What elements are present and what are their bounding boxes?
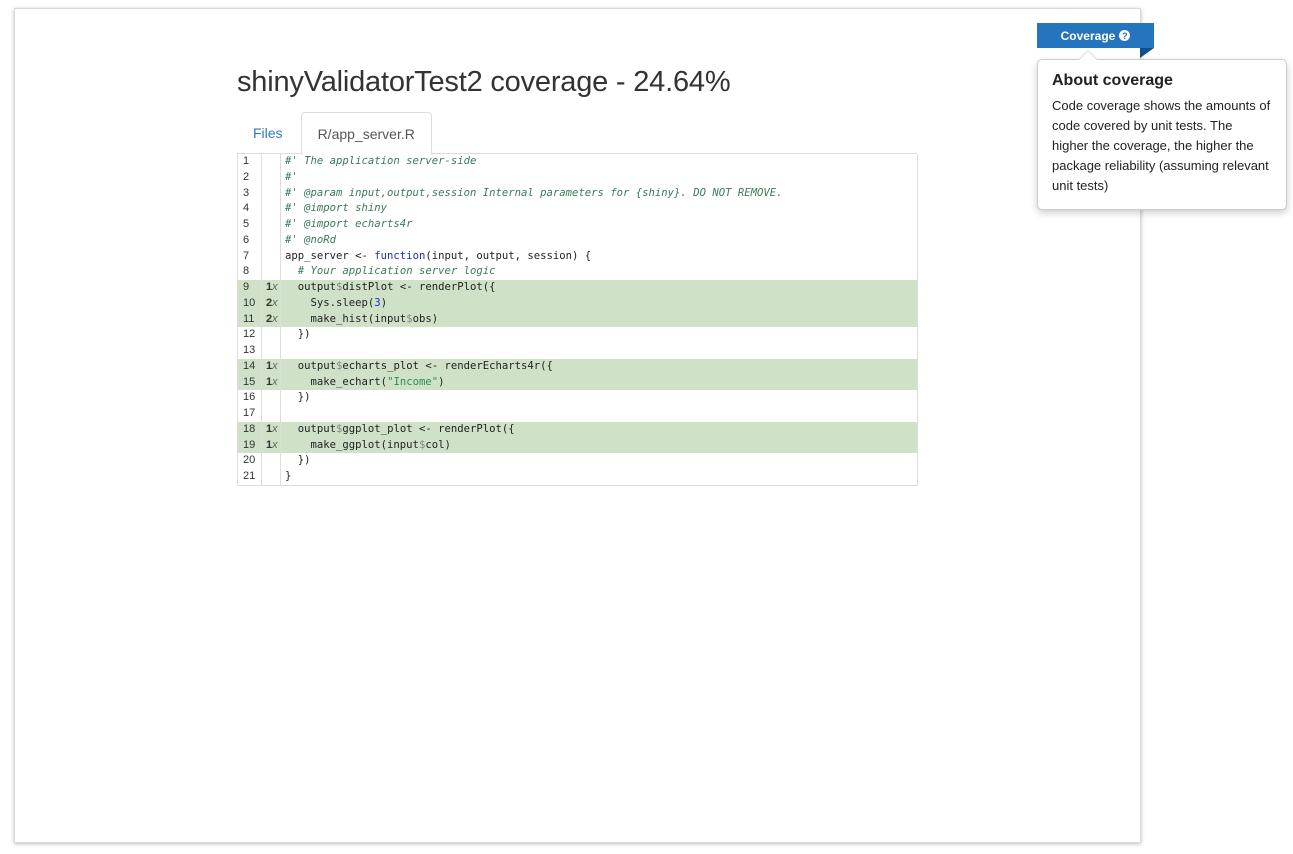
hit-count xyxy=(262,248,281,265)
line-number: 13 xyxy=(238,343,262,359)
tab-bar: Files R/app_server.R xyxy=(237,112,917,155)
hit-count: 1x xyxy=(262,374,281,391)
code-text: output$distPlot <- renderPlot({ xyxy=(285,281,496,293)
hit-count xyxy=(262,169,281,186)
code-line: 10 2x Sys.sleep(3) xyxy=(238,295,917,312)
line-number: 21 xyxy=(238,469,262,485)
line-number: 2 xyxy=(238,169,262,186)
code-line: 2 #' xyxy=(238,169,917,186)
code-text: make_hist(input$obs) xyxy=(285,312,439,325)
line-number: 1 xyxy=(238,154,262,170)
line-number: 9 xyxy=(238,280,262,296)
code-text: #' @import shiny xyxy=(285,202,388,215)
hit-count: 2x xyxy=(262,295,281,312)
line-number: 7 xyxy=(238,248,262,265)
code-line: 17 xyxy=(238,406,917,422)
line-number: 14 xyxy=(238,358,262,375)
tab-files[interactable]: Files xyxy=(237,112,299,154)
code-text: #' The application server-side xyxy=(285,155,477,167)
line-number: 11 xyxy=(238,311,262,328)
code-line: 14 1x output$echarts_plot <- renderEchart… xyxy=(238,358,917,375)
line-number: 10 xyxy=(238,295,262,312)
hit-count xyxy=(262,327,281,343)
code-line: 4 #' @import shiny xyxy=(238,201,917,217)
code-text: make_ggplot(input$col) xyxy=(285,438,451,451)
hit-count xyxy=(262,154,281,170)
line-number: 3 xyxy=(238,185,262,202)
hit-count: 2x xyxy=(262,311,281,328)
code-line: 15 1x make_echart("Income") xyxy=(238,374,917,391)
coverage-button-label: Coverage xyxy=(1060,28,1116,43)
code-line: 20 }) xyxy=(238,453,917,469)
code-line: 3 #' @param input,output,session Internal… xyxy=(238,185,917,202)
code-line: 11 2x make_hist(input$obs) xyxy=(238,311,917,328)
hit-count: 1x xyxy=(262,280,281,296)
code-text: make_echart("Income") xyxy=(285,375,445,388)
code-text: Sys.sleep(3) xyxy=(285,296,388,309)
line-number: 17 xyxy=(238,406,262,422)
code-text: } xyxy=(285,470,292,482)
code-line: 5 #' @import echarts4r xyxy=(238,217,917,233)
hit-count xyxy=(262,406,281,422)
code-line: 1 #' The application server-side xyxy=(238,154,917,170)
line-number: 19 xyxy=(238,437,262,454)
code-text: output$ggplot_plot <- renderPlot({ xyxy=(285,422,515,435)
popover-body: Code coverage shows the amounts of code … xyxy=(1052,98,1271,193)
line-number: 4 xyxy=(238,201,262,217)
code-text: output$echarts_plot <- renderEcharts4r({ xyxy=(285,359,553,372)
code-line: 6 #' @noRd xyxy=(238,232,917,249)
code-line: 21} xyxy=(238,469,917,485)
page-title: shinyValidatorTest2 coverage - 24.64% xyxy=(237,66,731,98)
hit-count xyxy=(262,343,281,359)
hit-count xyxy=(262,232,281,249)
code-text: #' @noRd xyxy=(285,233,337,246)
line-number: 20 xyxy=(238,453,262,469)
code-line: 18 1x output$ggplot_plot <- renderPlot({ xyxy=(238,421,917,438)
code-text: #' @import echarts4r xyxy=(285,218,413,230)
hit-count xyxy=(262,185,281,202)
line-number: 6 xyxy=(238,232,262,249)
line-number: 18 xyxy=(238,421,262,438)
code-viewer: 1 #' The application server-side 2 #' 3 #' @p… xyxy=(237,154,918,486)
hit-count xyxy=(262,390,281,406)
code-text: }) xyxy=(285,454,311,467)
code-line: 9 1x output$distPlot <- renderPlot({ xyxy=(238,280,917,296)
code-text: }) xyxy=(285,328,311,341)
code-text: # Your application server logic xyxy=(297,265,496,278)
line-number: 16 xyxy=(238,390,262,406)
code-text: #' xyxy=(285,170,298,183)
code-line: 13 xyxy=(238,343,917,359)
hit-count xyxy=(262,201,281,217)
hit-count: 1x xyxy=(262,358,281,375)
code-line: 12 }) xyxy=(238,327,917,343)
hit-count: 1x xyxy=(262,437,281,454)
code-line: 7 app_server <- function(input, output, s… xyxy=(238,248,917,265)
code-text: app_server <- function(input, output, se… xyxy=(285,249,592,262)
tab-app-server[interactable]: R/app_server.R xyxy=(300,112,432,155)
popover-title: About coverage xyxy=(1052,72,1173,89)
coverage-popover: About coverage Code coverage shows the a… xyxy=(1037,50,1287,210)
hit-count xyxy=(262,264,281,280)
coverage-button[interactable]: Coverage ? xyxy=(1037,23,1154,48)
code-text: #' @param input,output,session Internal … xyxy=(285,186,783,199)
ribbon-fold xyxy=(1140,48,1154,58)
code-line: 19 1x make_ggplot(input$col) xyxy=(238,437,917,454)
hit-count: 1x xyxy=(262,421,281,438)
hit-count xyxy=(262,217,281,233)
line-number: 5 xyxy=(238,217,262,233)
line-number: 12 xyxy=(238,327,262,343)
code-line: 16 }) xyxy=(238,390,917,406)
hit-count xyxy=(262,469,281,485)
hit-count xyxy=(262,453,281,469)
line-number: 8 xyxy=(238,264,262,280)
code-line: 8 # Your application server logic xyxy=(238,264,917,280)
code-text: }) xyxy=(285,391,311,404)
line-number: 15 xyxy=(238,374,262,391)
question-icon: ? xyxy=(1119,30,1131,41)
